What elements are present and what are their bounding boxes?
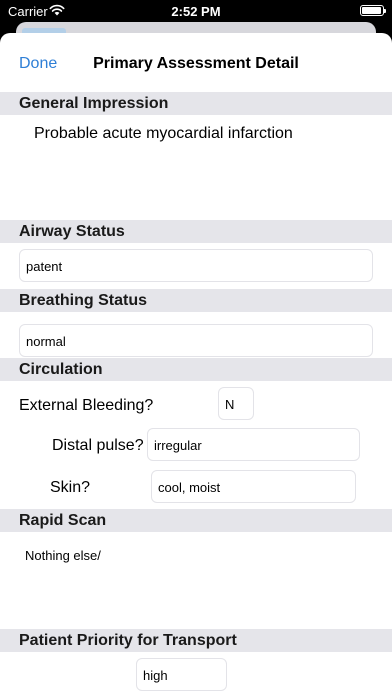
battery-level [362,7,381,14]
distal-pulse-field[interactable]: irregular [147,428,360,461]
transport-priority-field[interactable]: high [136,658,227,691]
external-bleeding-label: External Bleeding? [19,397,154,414]
breathing-status-header: Breathing Status [0,289,392,312]
breathing-status-field[interactable]: normal [19,324,373,357]
rapid-scan-header: Rapid Scan [0,509,392,532]
airway-status-header: Airway Status [0,220,392,243]
rapid-scan-text[interactable]: Nothing else/ [25,548,101,563]
general-impression-header: General Impression [0,92,392,115]
skin-label: Skin? [50,479,91,496]
skin-field[interactable]: cool, moist [151,470,356,503]
page-title: Primary Assessment Detail [93,55,299,72]
battery-icon [360,5,386,16]
external-bleeding-field[interactable]: N [218,387,254,420]
clock: 2:52 PM [171,4,221,19]
circulation-header: Circulation [0,358,392,381]
transport-priority-header: Patient Priority for Transport [0,629,392,652]
status-bar: Carrier 2:52 PM [0,0,392,24]
assessment-detail-sheet: Done Primary Assessment Detail General I… [0,33,392,696]
distal-pulse-label: Distal pulse? [52,437,144,454]
general-impression-text[interactable]: Probable acute myocardial infarction [34,125,293,143]
airway-status-field[interactable]: patent [19,249,373,282]
navigation-bar: Done Primary Assessment Detail [0,33,392,92]
screen: Carrier 2:52 PM Done Primary Assessment … [0,0,392,696]
